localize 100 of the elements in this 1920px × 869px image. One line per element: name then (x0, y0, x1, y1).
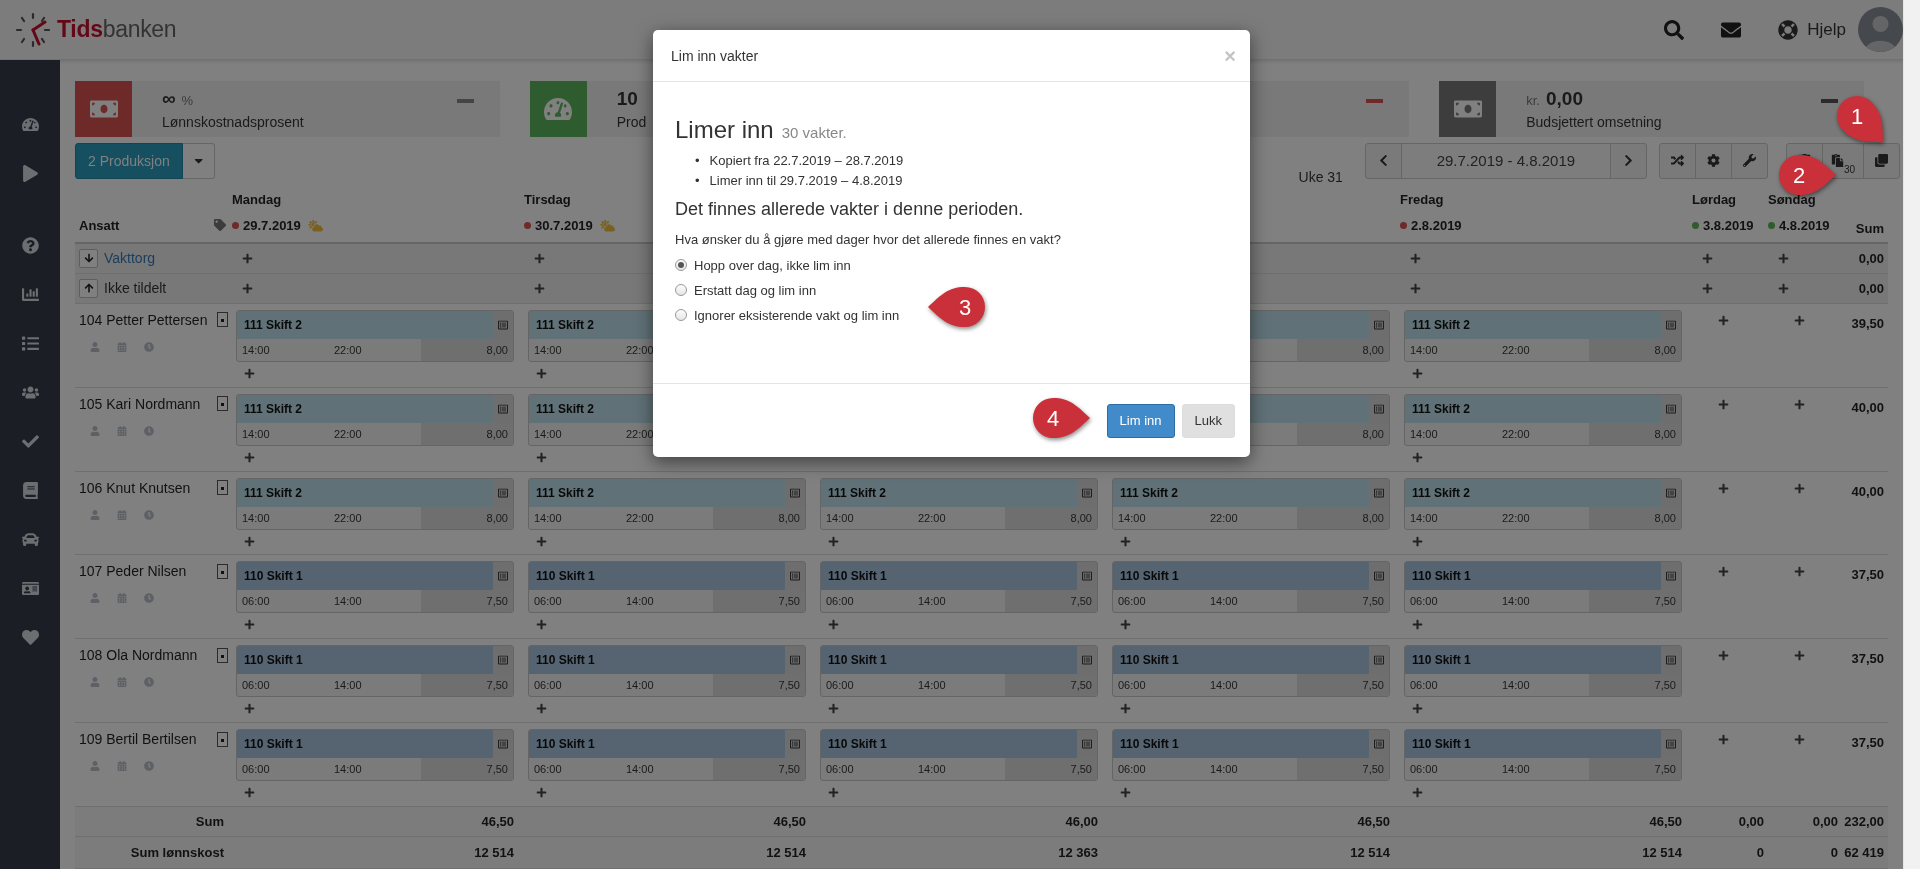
day-date: 2.8.2019 (1411, 217, 1462, 233)
kpi-value: ∞ (162, 87, 176, 110)
shift-hours: 7,50 (778, 595, 800, 608)
kpi-label: Budsjettert omsetning (1526, 113, 1662, 130)
shift-title: 111 Skift 2 (536, 317, 595, 332)
row-total: 37,50 (1851, 734, 1885, 751)
shift-hours: 8,00 (1070, 511, 1092, 524)
total-value: 62 419 (1844, 845, 1885, 860)
shift-title: 111 Skift 2 (244, 317, 303, 332)
shift-title: 110 Skift 1 (536, 653, 595, 668)
row-total: 37,50 (1851, 566, 1885, 583)
list-item: Kopiert fra 22.7.2019 – 28.7.2019 (709, 153, 904, 169)
shift-end: 22:00 (626, 511, 654, 524)
day-name: Tirsdag (524, 191, 571, 207)
shift-hours: 7,50 (486, 595, 508, 608)
total-value: 12 363 (1058, 845, 1099, 860)
shift-start: 06:00 (534, 763, 562, 776)
shift-end: 14:00 (1210, 595, 1238, 608)
kpi-value: 0,00 (1546, 87, 1583, 110)
row-total: 0,00 (1858, 250, 1885, 266)
shift-end: 14:00 (1210, 763, 1238, 776)
shift-hours: 8,00 (1654, 343, 1676, 356)
shift-end: 14:00 (334, 679, 362, 692)
shift-title: 111 Skift 2 (536, 485, 595, 500)
shift-start: 14:00 (1118, 511, 1146, 524)
shift-start: 06:00 (826, 763, 854, 776)
shift-title: 110 Skift 1 (828, 737, 887, 752)
shift-start: 06:00 (1410, 679, 1438, 692)
unit-label: % (181, 92, 194, 108)
shift-title: 110 Skift 1 (244, 569, 303, 584)
shift-title: 111 Skift 2 (1412, 401, 1471, 416)
notice-text: Det finnes allerede vakter i denne perioden. (675, 199, 1024, 220)
bullet: • (695, 153, 700, 169)
shift-title: 110 Skift 1 (1412, 569, 1471, 584)
shift-end: 22:00 (334, 427, 362, 440)
shift-hours: 7,50 (1362, 763, 1384, 776)
row-total: 40,00 (1851, 482, 1885, 499)
total-value: 0,00 (1738, 814, 1765, 830)
shift-start: 06:00 (534, 595, 562, 608)
total-value: 232,00 (1844, 814, 1885, 830)
logo-text: Tidsbanken (57, 16, 177, 43)
shift-title: 110 Skift 1 (536, 569, 595, 584)
shift-start: 06:00 (1118, 595, 1146, 608)
shift-start: 06:00 (242, 679, 270, 692)
day-name: Mandag (232, 191, 282, 207)
shift-start: 06:00 (534, 679, 562, 692)
shift-title: 110 Skift 1 (244, 653, 303, 668)
shift-start: 14:00 (534, 511, 562, 524)
shift-title: 111 Skift 2 (536, 401, 595, 416)
shift-title: 110 Skift 1 (1412, 737, 1471, 752)
column-header: Ansatt (79, 217, 120, 233)
shift-end: 22:00 (918, 511, 946, 524)
shift-end: 14:00 (626, 679, 654, 692)
dialog-title: Lim inn vakter (671, 47, 759, 64)
shift-start: 14:00 (1410, 343, 1438, 356)
shift-start: 14:00 (242, 427, 270, 440)
shift-title: 111 Skift 2 (1412, 317, 1471, 332)
shift-start: 06:00 (1410, 595, 1438, 608)
day-name: Lørdag (1692, 191, 1737, 207)
shift-start: 06:00 (1118, 679, 1146, 692)
shift-end: 22:00 (334, 343, 362, 356)
day-date: 29.7.2019 (243, 217, 301, 233)
shift-hours: 7,50 (486, 763, 508, 776)
shift-title: 110 Skift 1 (1120, 737, 1179, 752)
day-date: 4.8.2019 (1779, 217, 1830, 233)
day-date: 30.7.2019 (535, 217, 593, 233)
shift-hours: 7,50 (778, 679, 800, 692)
shift-start: 06:00 (242, 595, 270, 608)
list-item: Limer inn til 29.7.2019 – 4.8.2019 (709, 173, 903, 189)
shift-end: 22:00 (1502, 343, 1530, 356)
total-value: 46,50 (1357, 814, 1391, 830)
total-value: 46,00 (1065, 814, 1099, 830)
shift-hours: 8,00 (1362, 343, 1384, 356)
shift-end: 14:00 (918, 595, 946, 608)
day-name: Fredag (1400, 191, 1444, 207)
shift-end: 14:00 (1502, 679, 1530, 692)
shift-title: 110 Skift 1 (244, 737, 303, 752)
total-label: Sum lønnskost (130, 845, 225, 860)
shift-start: 06:00 (826, 595, 854, 608)
shift-hours: 8,00 (1362, 427, 1384, 440)
shift-start: 14:00 (242, 511, 270, 524)
shift-title: 111 Skift 2 (1120, 485, 1179, 500)
shift-title: 110 Skift 1 (1120, 569, 1179, 584)
shift-start: 14:00 (1410, 427, 1438, 440)
shift-hours: 7,50 (1654, 763, 1676, 776)
shift-hours: 8,00 (1362, 511, 1384, 524)
shift-start: 14:00 (1410, 511, 1438, 524)
shift-end: 14:00 (334, 763, 362, 776)
shift-title: 111 Skift 2 (1412, 485, 1471, 500)
total-value: 46,50 (1649, 814, 1683, 830)
shift-hours: 8,00 (1654, 427, 1676, 440)
total-value: 46,50 (481, 814, 515, 830)
bullet: • (695, 173, 700, 189)
shift-end: 14:00 (918, 679, 946, 692)
kpi-label: Lønnskostnadsprosent (162, 113, 304, 130)
shift-start: 06:00 (242, 763, 270, 776)
shift-title: 111 Skift 2 (244, 401, 303, 416)
shift-title: 110 Skift 1 (1412, 653, 1471, 668)
question-text: Hva ønsker du å gjøre med dager hvor det allerede finnes en vakt? (675, 232, 1061, 247)
shift-hours: 7,50 (1362, 595, 1384, 608)
